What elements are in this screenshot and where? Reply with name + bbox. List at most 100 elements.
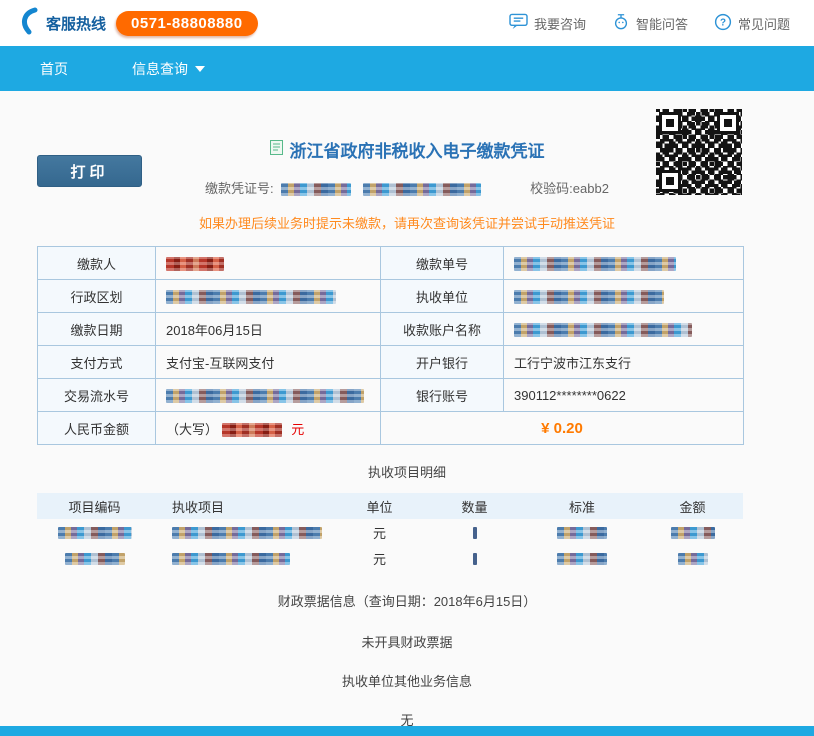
code-redacted [65,553,125,565]
payer-redacted [166,257,224,271]
page-title: 浙江省政府非税收入电子缴款凭证 [290,137,545,162]
detail-code [37,519,152,545]
field-label-pay-date: 缴款日期 [38,313,156,346]
field-value-region [156,280,381,313]
field-label-bank: 开户银行 [381,346,504,379]
no-ticket-line: 未开具财政票据 [0,632,814,651]
detail-standard [522,519,642,545]
detail-standard [522,545,642,571]
field-label-region: 行政区划 [38,280,156,313]
smart-qa-label: 智能问答 [636,14,688,33]
consult-label: 我要咨询 [534,14,586,33]
table-row: 交易流水号 银行账号 390112********0622 [38,379,744,412]
detail-project [152,545,332,571]
qty-redacted [473,527,477,539]
qr-finder-bottom-left [659,170,681,192]
nav-home-label: 首页 [40,59,68,79]
qr-finder-top-right [717,112,739,134]
detail-amount [642,519,743,545]
consult-link[interactable]: 我要咨询 [509,13,586,33]
detail-col-code: 项目编码 [37,493,152,519]
order-no-redacted [514,257,676,271]
project-redacted [172,553,290,565]
field-label-rmb-amount: 人民币金额 [38,412,156,445]
qr-code [656,109,742,195]
field-label-bank-account: 银行账号 [381,379,504,412]
table-row: 行政区划 执收单位 [38,280,744,313]
detail-col-project: 执收项目 [152,493,332,519]
chat-icon [509,13,528,33]
field-value-agency [504,280,744,313]
table-row: 支付方式 支付宝-互联网支付 开户银行 工行宁波市江东支行 [38,346,744,379]
qr-finder-top-left [659,112,681,134]
account-name-redacted [514,323,692,337]
table-row: 人民币金额 （大写） 元 ¥ 0.20 [38,412,744,445]
field-value-rmb-words: （大写） 元 [156,412,381,445]
field-value-order-no [504,247,744,280]
field-label-account-name: 收款账户名称 [381,313,504,346]
top-links: 我要咨询 智能问答 ? 常见问题 [509,12,796,34]
project-redacted [172,527,322,539]
field-value-pay-date: 2018年06月15日 [156,313,381,346]
standard-redacted [557,527,607,539]
detail-qty [427,545,522,571]
document-icon [270,140,283,160]
chevron-down-icon [195,66,205,72]
amount-value: ¥ 0.20 [541,420,583,437]
detail-section-title: 执收项目明细 [0,462,814,481]
qty-redacted [473,553,477,565]
field-value-pay-method: 支付宝-互联网支付 [156,346,381,379]
standard-redacted [557,553,607,565]
other-business-title: 执收单位其他业务信息 [0,671,814,690]
detail-amount [642,545,743,571]
detail-col-amount: 金额 [642,493,743,519]
voucher-no-label: 缴款凭证号: [205,181,274,196]
main-nav: 首页 信息查询 [0,46,814,91]
field-value-amount: ¥ 0.20 [381,412,744,445]
amount-words-suffix: 元 [291,422,304,437]
smart-qa-link[interactable]: 智能问答 [612,12,688,34]
print-button[interactable]: 打印 [37,155,142,187]
warning-text: 如果办理后续业务时提示未缴款，请再次查询该凭证并尝试手动推送凭证 [0,213,814,232]
field-value-bank-account: 390112********0622 [504,379,744,412]
voucher-no-redacted-2 [363,183,481,196]
field-label-txn-no: 交易流水号 [38,379,156,412]
footer-strip [0,726,814,736]
detail-project [152,519,332,545]
field-label-agency: 执收单位 [381,280,504,313]
amount-words-redacted [222,423,282,437]
field-value-txn-no [156,379,381,412]
nav-info-query[interactable]: 信息查询 [132,59,205,79]
field-label-pay-method: 支付方式 [38,346,156,379]
table-row: 缴款人 缴款单号 [38,247,744,280]
region-redacted [166,290,336,304]
robot-icon [612,12,630,34]
field-value-account-name [504,313,744,346]
txn-no-redacted [166,389,364,403]
detail-row: 元 [37,545,743,571]
detail-header-row: 项目编码 执收项目 单位 数量 标准 金额 [37,493,743,519]
svg-text:?: ? [720,17,726,28]
amount-words-prefix: （大写） [166,422,218,437]
detail-col-qty: 数量 [427,493,522,519]
detail-code [37,545,152,571]
phone-icon [18,7,40,40]
payment-info-table: 缴款人 缴款单号 行政区划 执收单位 缴款日期 2018年06月15日 收款账户… [37,246,744,445]
hotline-number-badge: 0571-88808880 [116,11,258,36]
faq-link[interactable]: ? 常见问题 [714,13,790,34]
checksum-label: 校验码: [530,181,573,196]
code-redacted [58,527,132,539]
nav-home[interactable]: 首页 [40,59,68,79]
field-label-payer: 缴款人 [38,247,156,280]
fiscal-info-line: 财政票据信息（查询日期：2018年6月15日） [0,591,814,610]
detail-table: 项目编码 执收项目 单位 数量 标准 金额 元 [37,493,743,571]
field-label-order-no: 缴款单号 [381,247,504,280]
faq-label: 常见问题 [738,14,790,33]
content: 打印 浙江省政府非税收入电子缴款凭证 缴款凭证号: 校验码:eabb2 如果办理… [0,91,814,736]
field-value-payer [156,247,381,280]
table-row: 缴款日期 2018年06月15日 收款账户名称 [38,313,744,346]
page: 客服热线 0571-88808880 我要咨询 智能问答 ? 常见问题 [0,0,814,736]
nav-info-query-label: 信息查询 [132,59,188,79]
detail-qty [427,519,522,545]
voucher-no-redacted [281,183,351,196]
